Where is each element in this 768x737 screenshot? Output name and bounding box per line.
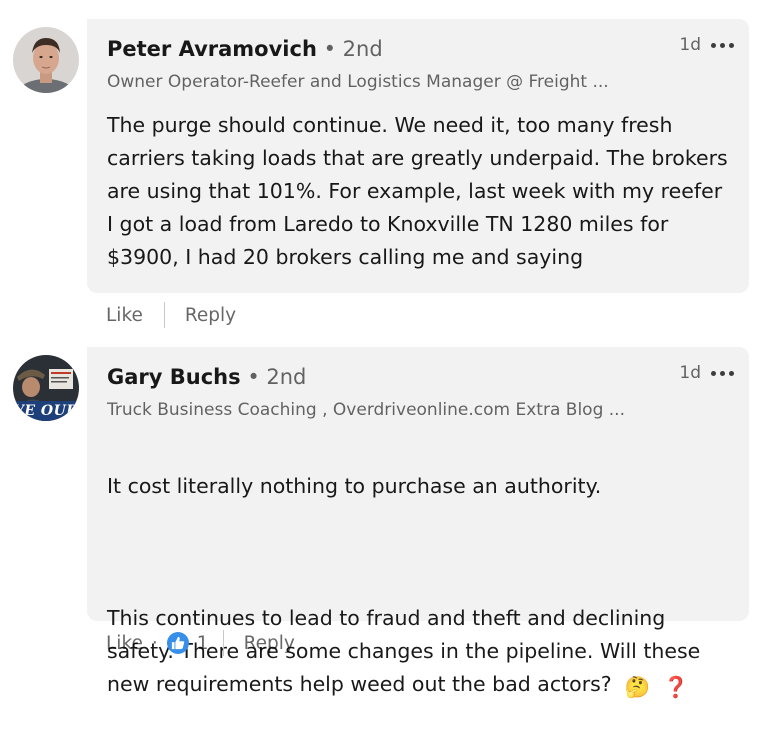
- comment-actions: Like · 1 Reply: [106, 629, 295, 657]
- avatar-banner-text: VE OUR: [13, 403, 79, 419]
- more-options-icon[interactable]: [711, 35, 734, 55]
- like-button[interactable]: Like: [106, 633, 143, 654]
- comment-paragraph: It cost literally nothing to purchase an…: [107, 474, 602, 498]
- more-options-icon[interactable]: [711, 363, 734, 383]
- question-mark-icon: ❓: [663, 675, 689, 699]
- divider: [222, 630, 224, 656]
- thinking-face-icon: 🤔: [624, 675, 651, 699]
- author-name[interactable]: Gary Buchs: [107, 365, 241, 389]
- author-line: Peter Avramovich • 2nd: [107, 36, 383, 62]
- divider: [163, 302, 165, 328]
- reply-button[interactable]: Reply: [244, 633, 295, 654]
- timestamp: 1d: [679, 35, 701, 55]
- author-name[interactable]: Peter Avramovich: [107, 37, 317, 61]
- connection-degree: • 2nd: [323, 37, 383, 61]
- like-button[interactable]: Like: [106, 305, 143, 326]
- comment-gary: VE OUR Gary Buchs • 2nd 1d Truck Busines…: [0, 335, 768, 699]
- comment-bubble: Gary Buchs • 2nd 1d Truck Business Coach…: [87, 347, 749, 699]
- separator-dot: ·: [151, 632, 158, 654]
- avatar-portrait-icon: [13, 27, 79, 93]
- comment-meta: 1d: [679, 363, 734, 383]
- like-reaction-icon[interactable]: [166, 632, 189, 654]
- comment-peter: Peter Avramovich • 2nd 1d Owner Operator…: [0, 0, 768, 335]
- comment-meta: 1d: [679, 35, 734, 55]
- comment-actions: Like Reply: [106, 301, 236, 329]
- thumbs-up-icon: [171, 636, 185, 650]
- timestamp: 1d: [679, 363, 701, 383]
- author-headline: Truck Business Coaching , Overdriveonlin…: [107, 400, 625, 420]
- comment-text: The purge should continue. We need it, t…: [107, 113, 728, 269]
- reaction-count[interactable]: 1: [197, 633, 209, 654]
- author-line: Gary Buchs • 2nd: [107, 364, 306, 390]
- connection-degree: • 2nd: [247, 365, 307, 389]
- avatar-gary-buchs[interactable]: VE OUR: [13, 355, 79, 421]
- avatar-peter-avramovich[interactable]: [13, 27, 79, 93]
- comment-text: It cost literally nothing to purchase an…: [107, 437, 732, 737]
- author-headline: Owner Operator-Reefer and Logistics Mana…: [107, 72, 609, 92]
- reply-button[interactable]: Reply: [185, 305, 236, 326]
- comment-bubble: Peter Avramovich • 2nd 1d Owner Operator…: [87, 19, 749, 293]
